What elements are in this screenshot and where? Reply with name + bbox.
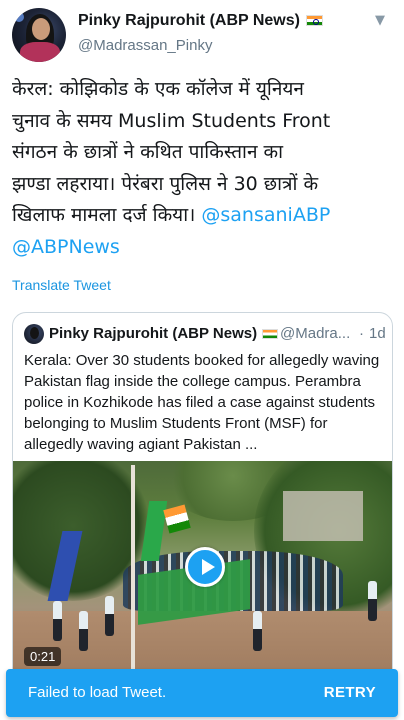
tweet-header: Pinky Rajpurohit (ABP News) @Madrassan_P…: [0, 0, 404, 66]
video-scene-person: [105, 596, 114, 636]
tweet-text-line: खिलाफ मामला दर्ज किया।: [12, 204, 196, 226]
video-scene-person: [368, 581, 377, 621]
video-scene-person: [53, 601, 62, 641]
tweet-text-line: संगठन के छात्रों ने कथित पाकिस्तान का: [12, 141, 284, 163]
translate-tweet-link[interactable]: Translate Tweet: [12, 277, 111, 293]
tweet-text-line-5: खिलाफ मामला दर्ज किया। @sansaniABP: [12, 200, 394, 232]
quoted-timestamp: 1d: [369, 325, 386, 342]
mention-link[interactable]: @ABPNews: [12, 236, 120, 258]
quoted-tweet-text: Kerala: Over 30 students booked for alle…: [24, 352, 380, 453]
video-scene-person: [253, 611, 262, 651]
play-icon[interactable]: [185, 547, 225, 587]
video-scene-person: [79, 611, 88, 651]
quoted-author-name-text: Pinky Rajpurohit (ABP News): [49, 325, 258, 342]
quoted-author-name: Pinky Rajpurohit (ABP News): [49, 325, 279, 342]
retry-button[interactable]: RETRY: [324, 684, 376, 701]
quoted-author-handle: @Madra...: [280, 325, 351, 342]
video-scene-building: [283, 491, 363, 541]
author-handle[interactable]: @Madrassan_Pinky: [78, 37, 212, 54]
video-scene-pole: [131, 465, 135, 683]
tweet-text-line: झण्डा लहराया। पेरंबरा पुलिस ने 30 छात्रो…: [12, 172, 319, 195]
author-avatar[interactable]: [12, 8, 66, 62]
separator-dot: ·: [359, 325, 364, 342]
india-flag-icon: [305, 15, 323, 26]
author-name-text: Pinky Rajpurohit (ABP News): [78, 12, 300, 29]
quoted-author-avatar: [24, 324, 44, 344]
quoted-tweet-card[interactable]: Pinky Rajpurohit (ABP News) @Madra... · …: [12, 312, 393, 684]
tweet-text-line: चुनाव के समय Muslim Students Front: [12, 109, 331, 132]
tweet-text: केरल: कोझिकोड के एक कॉलेज में यूनियन चुन…: [12, 74, 394, 263]
error-snackbar: Failed to load Tweet. RETRY: [6, 669, 398, 717]
mention-link[interactable]: @sansaniABP: [201, 204, 330, 226]
snackbar-message: Failed to load Tweet.: [28, 684, 167, 701]
video-duration: 0:21: [24, 647, 62, 666]
chevron-down-icon[interactable]: ▼: [370, 14, 390, 28]
india-flag-icon: [262, 329, 279, 339]
author-name[interactable]: Pinky Rajpurohit (ABP News): [78, 12, 323, 30]
video-player[interactable]: 0:21: [13, 461, 392, 683]
tweet-text-line: केरल: कोझिकोड के एक कॉलेज में यूनियन: [12, 78, 304, 100]
